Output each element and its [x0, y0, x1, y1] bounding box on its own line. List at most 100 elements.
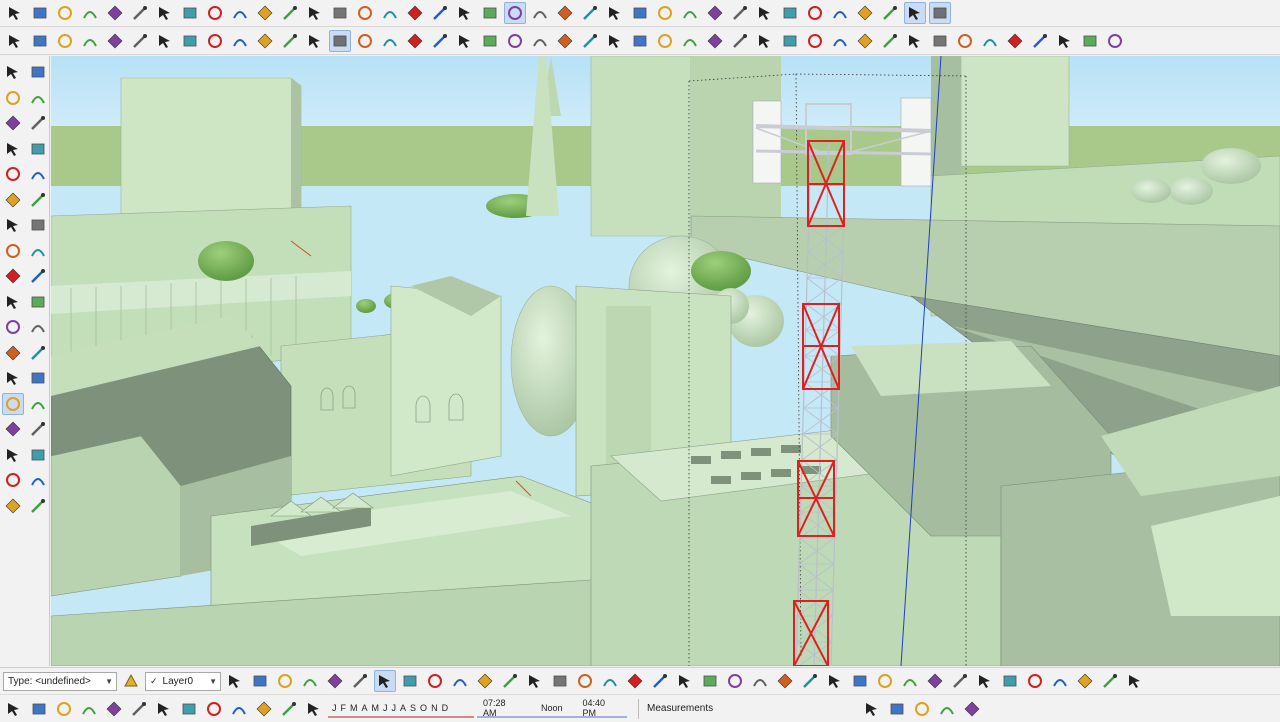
dome-icon[interactable] — [979, 30, 1001, 52]
two-point-arc-icon[interactable] — [27, 189, 49, 211]
position-camera-icon[interactable] — [629, 2, 651, 24]
tape-icon[interactable] — [254, 30, 276, 52]
blob-icon[interactable] — [654, 30, 676, 52]
open-folder-icon[interactable] — [28, 698, 50, 720]
copy-icon[interactable] — [599, 670, 621, 692]
polygon-icon[interactable] — [27, 163, 49, 185]
zoom-icon[interactable] — [379, 30, 401, 52]
arc-icon[interactable] — [79, 30, 101, 52]
three-point-arc-icon[interactable] — [304, 2, 326, 24]
section-plane-icon[interactable] — [854, 2, 876, 24]
redo-icon[interactable] — [203, 698, 225, 720]
arc-icon[interactable] — [2, 189, 24, 211]
model-info-icon[interactable] — [253, 698, 275, 720]
edge-icon[interactable] — [604, 30, 626, 52]
circle-icon[interactable] — [2, 163, 24, 185]
pages-icon[interactable] — [699, 670, 721, 692]
scene-icon[interactable] — [474, 670, 496, 692]
protractor-icon[interactable] — [2, 342, 24, 364]
ruby-icon[interactable] — [504, 30, 526, 52]
tool-icon[interactable] — [779, 30, 801, 52]
monochrome-icon[interactable] — [374, 670, 396, 692]
offset-icon[interactable] — [27, 291, 49, 313]
select-icon[interactable] — [2, 61, 24, 83]
extension-icon[interactable] — [454, 30, 476, 52]
type-selector[interactable]: Type: <undefined> ▼ — [3, 671, 117, 691]
eraser-icon[interactable] — [27, 87, 49, 109]
twist-icon[interactable] — [1054, 30, 1076, 52]
shadow-icon[interactable] — [278, 698, 300, 720]
rotate-icon[interactable] — [204, 30, 226, 52]
style-icon[interactable] — [224, 670, 246, 692]
push-pull-icon[interactable] — [379, 2, 401, 24]
zoom-extents-icon[interactable] — [404, 30, 426, 52]
scene3-icon[interactable] — [524, 670, 546, 692]
zoom-window-icon[interactable] — [27, 418, 49, 440]
layer-selector[interactable]: ✓ Layer0 ▼ — [145, 671, 221, 691]
orbit-icon[interactable] — [329, 29, 351, 52]
paint-icon[interactable] — [924, 670, 946, 692]
rotated-rectangle-icon[interactable] — [27, 138, 49, 160]
pan-icon[interactable] — [354, 30, 376, 52]
shaded-icon[interactable] — [324, 670, 346, 692]
pan-icon[interactable] — [529, 2, 551, 24]
scene2-icon[interactable] — [499, 670, 521, 692]
move-icon[interactable] — [179, 30, 201, 52]
smooth-icon[interactable] — [1099, 670, 1121, 692]
chamfer-icon[interactable] — [854, 30, 876, 52]
cut-icon[interactable] — [629, 30, 651, 52]
previous-view-icon[interactable] — [27, 444, 49, 466]
warehouse-icon[interactable] — [429, 30, 451, 52]
fillet-icon[interactable] — [829, 30, 851, 52]
eraser-icon[interactable] — [79, 2, 101, 24]
knife-icon[interactable] — [704, 30, 726, 52]
box-icon[interactable] — [879, 30, 901, 52]
zoom-icon[interactable] — [554, 2, 576, 24]
dimensions-icon[interactable] — [27, 316, 49, 338]
circle-icon[interactable] — [204, 2, 226, 24]
curve-icon[interactable] — [579, 30, 601, 52]
component-icon[interactable] — [674, 670, 696, 692]
city-model-scene[interactable] — [51, 56, 1280, 666]
ruby-console-icon[interactable] — [936, 698, 958, 720]
save-icon[interactable] — [53, 698, 75, 720]
protractor-icon[interactable] — [754, 2, 776, 24]
pencil-icon[interactable] — [2, 112, 24, 134]
cube-icon[interactable] — [904, 2, 926, 24]
add-detail-icon[interactable] — [1124, 670, 1146, 692]
delete-icon[interactable] — [574, 670, 596, 692]
position-camera-icon[interactable] — [2, 469, 24, 491]
two-point-arc-icon[interactable] — [279, 2, 301, 24]
undo-icon[interactable] — [178, 698, 200, 720]
text-icon[interactable] — [279, 30, 301, 52]
add-location-icon[interactable] — [3, 698, 25, 720]
push-pull-icon[interactable] — [129, 30, 151, 52]
view-icon[interactable] — [303, 698, 325, 720]
rotate-icon[interactable] — [2, 265, 24, 287]
share-icon[interactable] — [861, 698, 883, 720]
shadow-time-slider[interactable]: 07:28 AM Noon 04:40 PM — [477, 698, 627, 718]
cube-blue-icon[interactable] — [929, 2, 951, 24]
paint-bucket-icon[interactable] — [2, 87, 24, 109]
scale-icon[interactable] — [2, 291, 24, 313]
pick-type-icon[interactable] — [120, 670, 142, 692]
rectangle-icon[interactable] — [154, 2, 176, 24]
offset-icon[interactable] — [479, 2, 501, 24]
pan-icon[interactable] — [27, 393, 49, 415]
measurements-box[interactable]: Measurements — [638, 698, 858, 719]
spline-icon[interactable] — [1104, 30, 1126, 52]
move-icon[interactable] — [354, 2, 376, 24]
pie-icon[interactable] — [27, 214, 49, 236]
share-icon[interactable] — [479, 30, 501, 52]
export-icon[interactable] — [824, 670, 846, 692]
orbit-icon[interactable] — [2, 392, 24, 415]
link-icon[interactable] — [899, 670, 921, 692]
rotated-rectangle-icon[interactable] — [179, 2, 201, 24]
extrude-icon[interactable] — [1079, 30, 1101, 52]
rotate-icon[interactable] — [404, 2, 426, 24]
drape-icon[interactable] — [1049, 670, 1071, 692]
shapes-icon[interactable] — [104, 30, 126, 52]
download-icon[interactable] — [886, 698, 908, 720]
push-pull-icon[interactable] — [27, 240, 49, 262]
zoom-window-icon[interactable] — [579, 2, 601, 24]
